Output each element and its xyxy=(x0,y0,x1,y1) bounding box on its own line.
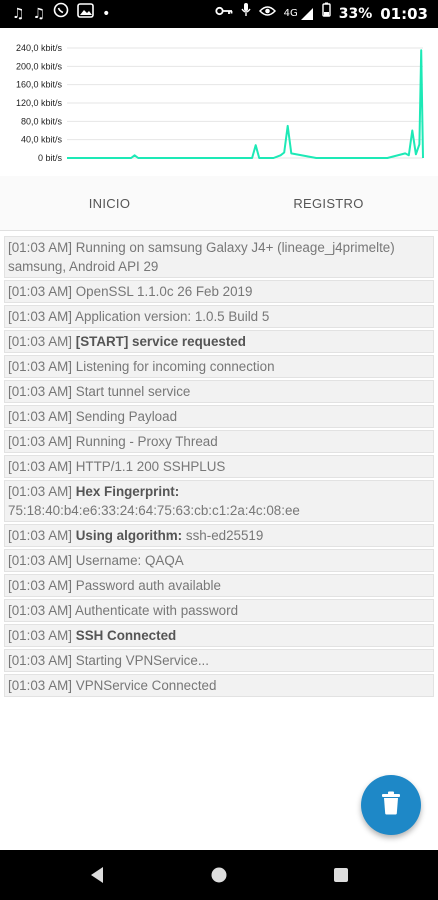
log-message: 75:18:40:b4:e6:33:24:64:75:63:cb:c1:2a:4… xyxy=(8,503,300,518)
battery-percentage: 33% xyxy=(338,6,373,22)
log-entry: [01:03 AM] Running - Proxy Thread xyxy=(4,430,434,453)
y-tick-label: 200,0 kbit/s xyxy=(16,61,63,71)
log-entry: [01:03 AM] Using algorithm: ssh-ed25519 xyxy=(4,524,434,547)
log-message: VPNService Connected xyxy=(75,678,217,693)
log-entry: [01:03 AM] Listening for incoming connec… xyxy=(4,355,434,378)
trash-icon xyxy=(381,791,401,820)
log-entry: [01:03 AM] [START] service requested xyxy=(4,330,434,353)
y-tick-label: 240,0 kbit/s xyxy=(16,43,63,53)
log-entry: [01:03 AM] Starting VPNService... xyxy=(4,649,434,672)
log-entry: [01:03 AM] HTTP/1.1 200 SSHPLUS xyxy=(4,455,434,478)
log-message: Username: QAQA xyxy=(75,553,184,568)
log-entry: [01:03 AM] Application version: 1.0.5 Bu… xyxy=(4,305,434,328)
log-message: Starting VPNService... xyxy=(75,653,209,668)
microphone-icon xyxy=(241,0,251,28)
log-timestamp: [01:03 AM] xyxy=(8,409,73,424)
log-message: Running - Proxy Thread xyxy=(75,434,218,449)
log-entry: [01:03 AM] SSH Connected xyxy=(4,624,434,647)
eye-icon xyxy=(258,0,276,28)
log-timestamp: [01:03 AM] xyxy=(8,528,73,543)
log-timestamp: [01:03 AM] xyxy=(8,384,73,399)
tab-registro[interactable]: REGISTRO xyxy=(219,176,438,230)
log-entry: [01:03 AM] VPNService Connected xyxy=(4,674,434,697)
recents-icon xyxy=(334,868,348,882)
log-bold-text: [START] service requested xyxy=(75,334,246,349)
log-entry: [01:03 AM] Sending Payload xyxy=(4,405,434,428)
log-message: Authenticate with password xyxy=(75,603,239,618)
back-icon xyxy=(91,867,103,883)
tab-bar: INICIO REGISTRO xyxy=(0,176,438,231)
log-message: Start tunnel service xyxy=(75,384,191,399)
back-button[interactable] xyxy=(67,850,127,900)
log-bold-text: Hex Fingerprint: xyxy=(75,484,180,499)
log-message: Application version: 1.0.5 Build 5 xyxy=(75,309,270,324)
y-tick-label: 120,0 kbit/s xyxy=(16,98,63,108)
log-entry: [01:03 AM] Start tunnel service xyxy=(4,380,434,403)
signal-icon: 4G xyxy=(284,0,314,28)
tab-inicio[interactable]: INICIO xyxy=(0,176,219,230)
log-bold-text: Using algorithm: xyxy=(75,528,183,543)
log-entry: [01:03 AM] Username: QAQA xyxy=(4,549,434,572)
log-message: ssh-ed25519 xyxy=(185,528,264,543)
image-notification-icon xyxy=(77,0,94,28)
log-timestamp: [01:03 AM] xyxy=(8,309,73,324)
log-entry: [01:03 AM] OpenSSL 1.1.0c 26 Feb 2019 xyxy=(4,280,434,303)
y-tick-label: 40,0 kbit/s xyxy=(21,135,63,145)
log-timestamp: [01:03 AM] xyxy=(8,334,73,349)
home-button[interactable] xyxy=(189,850,249,900)
log-message: OpenSSL 1.1.0c 26 Feb 2019 xyxy=(75,284,253,299)
log-timestamp: [01:03 AM] xyxy=(8,484,73,499)
network-type-label: 4G xyxy=(283,8,298,19)
log-timestamp: [01:03 AM] xyxy=(8,284,73,299)
log-list: [01:03 AM] Running on samsung Galaxy J4+… xyxy=(0,236,438,699)
traffic-chart-svg: 0 bit/s 40,0 kbit/s 80,0 kbit/s 120,0 kbit/… xyxy=(16,43,424,163)
recents-button[interactable] xyxy=(311,850,371,900)
log-timestamp: [01:03 AM] xyxy=(8,653,73,668)
log-message: Password auth available xyxy=(75,578,221,593)
clock: 01:03 xyxy=(380,5,428,23)
log-timestamp: [01:03 AM] xyxy=(8,553,73,568)
log-entry: [01:03 AM] Password auth available xyxy=(4,574,434,597)
notification-icons: ♫ ♫ • xyxy=(0,0,110,28)
log-message: HTTP/1.1 200 SSHPLUS xyxy=(75,459,226,474)
y-tick-label: 160,0 kbit/s xyxy=(16,80,63,90)
log-timestamp: [01:03 AM] xyxy=(8,459,73,474)
system-icons: 4G 33% 01:03 xyxy=(215,0,428,28)
log-timestamp: [01:03 AM] xyxy=(8,434,73,449)
log-message: Sending Payload xyxy=(75,409,178,424)
whatsapp-icon xyxy=(53,0,69,28)
y-tick-label: 80,0 kbit/s xyxy=(21,116,63,126)
log-timestamp: [01:03 AM] xyxy=(8,578,73,593)
log-timestamp: [01:03 AM] xyxy=(8,603,73,618)
log-timestamp: [01:03 AM] xyxy=(8,628,73,643)
log-timestamp: [01:03 AM] xyxy=(8,240,73,255)
status-bar: ♫ ♫ • 4G 33% 01:03 xyxy=(0,0,438,28)
log-bold-text: SSH Connected xyxy=(75,628,177,643)
log-timestamp: [01:03 AM] xyxy=(8,678,73,693)
music-note-icon: ♫ xyxy=(12,6,25,22)
y-tick-label: 0 bit/s xyxy=(38,153,63,163)
home-icon xyxy=(211,867,227,883)
log-entry: [01:03 AM] Running on samsung Galaxy J4+… xyxy=(4,236,434,278)
key-icon xyxy=(215,0,233,28)
log-message: Listening for incoming connection xyxy=(75,359,275,374)
log-timestamp: [01:03 AM] xyxy=(8,359,73,374)
log-entry: [01:03 AM] Hex Fingerprint: 75:18:40:b4:… xyxy=(4,480,434,522)
clear-log-button[interactable] xyxy=(361,775,421,835)
dot-icon: • xyxy=(102,6,111,22)
log-entry: [01:03 AM] Authenticate with password xyxy=(4,599,434,622)
traffic-chart: 0 bit/s 40,0 kbit/s 80,0 kbit/s 120,0 kbit/… xyxy=(0,28,438,176)
navigation-bar xyxy=(0,850,438,900)
music-note-icon: ♫ xyxy=(32,6,46,22)
battery-icon xyxy=(322,0,331,28)
